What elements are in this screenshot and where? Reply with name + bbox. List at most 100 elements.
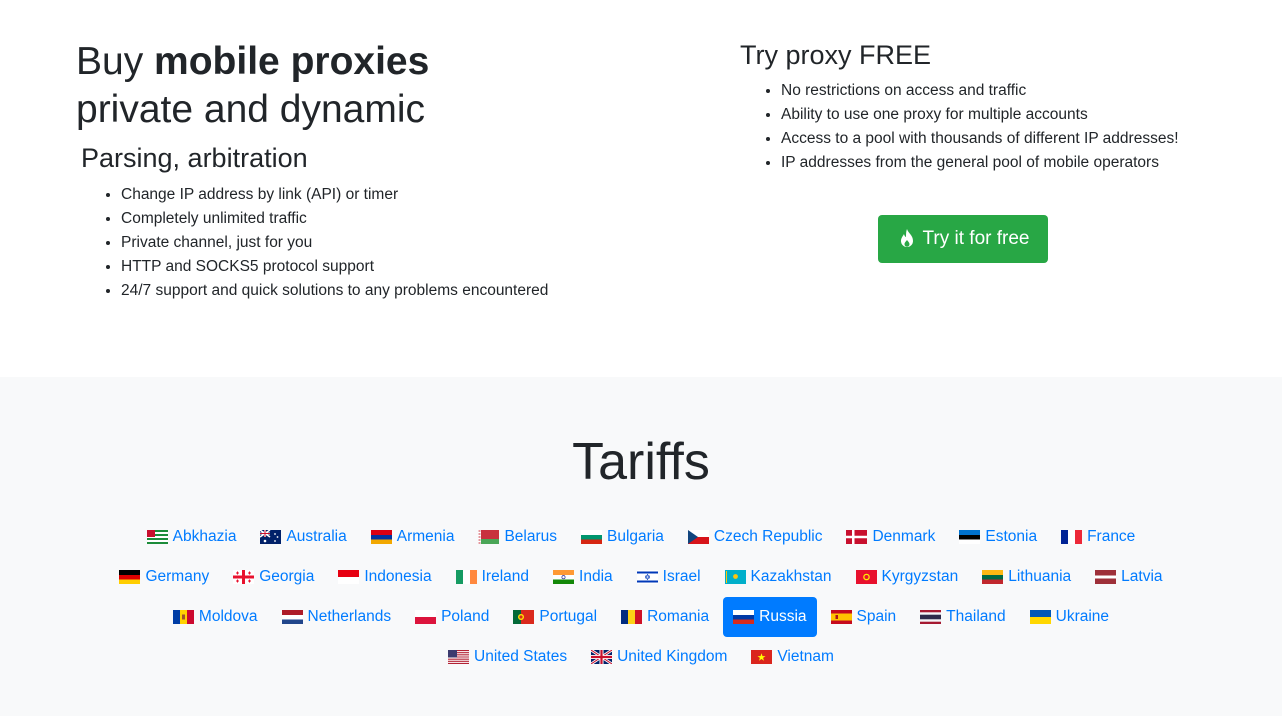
country-link-moldova[interactable]: Moldova: [163, 597, 268, 637]
try-free-button[interactable]: Try it for free: [878, 215, 1048, 263]
country-label: United Kingdom: [617, 648, 728, 665]
country-link-ireland[interactable]: Ireland: [446, 557, 539, 597]
country-label: Spain: [856, 608, 897, 625]
country-label: Portugal: [539, 608, 598, 625]
country-link-denmark[interactable]: Denmark: [836, 517, 945, 557]
netherlands-flag-icon: [281, 610, 303, 624]
country-link-indonesia[interactable]: Indonesia: [328, 557, 441, 597]
country-label: Denmark: [872, 528, 936, 545]
tariffs-title: Tariffs: [572, 433, 710, 491]
georgia-flag-icon: [233, 570, 255, 584]
country-label: France: [1087, 528, 1136, 545]
denmark-flag-icon: [846, 530, 868, 544]
tariffs-section: Tariffs Abkhazia Australia Armenia Belarus B…: [0, 377, 1282, 716]
country-label: Germany: [145, 568, 210, 585]
spain-flag-icon: [830, 610, 852, 624]
country-link-netherlands[interactable]: Netherlands: [272, 597, 402, 637]
country-label: Indonesia: [364, 568, 432, 585]
country-label: Abkhazia: [172, 528, 237, 545]
country-link-kazakhstan[interactable]: Kazakhstan: [715, 557, 842, 597]
thailand-flag-icon: [920, 610, 942, 624]
country-link-israel[interactable]: Israel: [627, 557, 711, 597]
hero-feature-item: 24/7 support and quick solutions to any …: [121, 279, 636, 303]
latvia-flag-icon: [1095, 570, 1117, 584]
country-link-spain[interactable]: Spain: [821, 597, 907, 637]
country-link-france[interactable]: France: [1051, 517, 1145, 557]
country-label: Poland: [441, 608, 490, 625]
country-label: Thailand: [946, 608, 1006, 625]
vietnam-flag-icon: [751, 650, 773, 664]
country-label: Moldova: [198, 608, 258, 625]
free-feature-item: Access to a pool with thousands of diffe…: [781, 127, 1200, 151]
country-link-belarus[interactable]: Belarus: [468, 517, 567, 557]
hero-title-bold: mobile proxies: [154, 40, 430, 83]
usa-flag-icon: [448, 650, 470, 664]
flame-icon: [900, 229, 913, 247]
country-link-australia[interactable]: Australia: [250, 517, 356, 557]
hero-title-prefix: Buy: [76, 40, 144, 83]
country-link-vietnam[interactable]: Vietnam: [741, 637, 844, 677]
country-list: Abkhazia Australia Armenia Belarus Bulgaria C…: [96, 517, 1186, 677]
germany-flag-icon: [119, 570, 141, 584]
hero-feature-item: HTTP and SOCKS5 protocol support: [121, 255, 636, 279]
country-link-abkhazia[interactable]: Abkhazia: [137, 517, 247, 557]
country-link-bulgaria[interactable]: Bulgaria: [571, 517, 674, 557]
poland-flag-icon: [415, 610, 437, 624]
country-label: Kazakhstan: [750, 568, 832, 585]
country-link-uk[interactable]: United Kingdom: [581, 637, 737, 677]
russia-flag-icon: [733, 610, 755, 624]
hero-section: Buy mobile proxies private and dynamic P…: [0, 0, 1282, 377]
hero-title: Buy mobile proxies private and dynamic: [76, 38, 636, 134]
country-label: India: [579, 568, 613, 585]
hero-title-line2: private and dynamic: [76, 88, 426, 131]
kazakhstan-flag-icon: [724, 570, 746, 584]
uk-flag-icon: [591, 650, 613, 664]
country-link-russia[interactable]: Russia: [723, 597, 817, 637]
country-label: Ireland: [481, 568, 530, 585]
abkhazia-flag-icon: [146, 530, 168, 544]
hero-feature-item: Change IP address by link (API) or timer: [121, 183, 636, 207]
country-label: Latvia: [1121, 568, 1163, 585]
hero-feature-item: Private channel, just for you: [121, 231, 636, 255]
country-link-usa[interactable]: United States: [438, 637, 577, 677]
country-label: Armenia: [396, 528, 455, 545]
country-link-armenia[interactable]: Armenia: [361, 517, 465, 557]
country-link-poland[interactable]: Poland: [405, 597, 499, 637]
free-trial-title: Try proxy FREE: [740, 40, 932, 70]
india-flag-icon: [553, 570, 575, 584]
hero-left-column: Buy mobile proxies private and dynamic P…: [76, 38, 636, 303]
country-label: Ukraine: [1055, 608, 1110, 625]
indonesia-flag-icon: [338, 570, 360, 584]
country-link-kyrgyzstan[interactable]: Kyrgyzstan: [846, 557, 969, 597]
country-link-germany[interactable]: Germany: [109, 557, 219, 597]
country-link-india[interactable]: India: [543, 557, 623, 597]
country-link-portugal[interactable]: Portugal: [503, 597, 607, 637]
bulgaria-flag-icon: [581, 530, 603, 544]
lithuania-flag-icon: [982, 570, 1004, 584]
country-link-thailand[interactable]: Thailand: [910, 597, 1015, 637]
country-label: Bulgaria: [607, 528, 664, 545]
country-link-romania[interactable]: Romania: [611, 597, 719, 637]
country-label: Netherlands: [307, 608, 392, 625]
country-link-georgia[interactable]: Georgia: [223, 557, 324, 597]
country-link-czech[interactable]: Czech Republic: [678, 517, 833, 557]
country-link-latvia[interactable]: Latvia: [1085, 557, 1172, 597]
free-feature-item: Ability to use one proxy for multiple ac…: [781, 103, 1200, 127]
armenia-flag-icon: [370, 530, 392, 544]
ukraine-flag-icon: [1029, 610, 1051, 624]
country-label: Romania: [647, 608, 710, 625]
country-link-ukraine[interactable]: Ukraine: [1020, 597, 1119, 637]
country-label: Israel: [662, 568, 701, 585]
country-label: Czech Republic: [713, 528, 823, 545]
romania-flag-icon: [621, 610, 643, 624]
country-label: Estonia: [985, 528, 1038, 545]
try-free-button-label: Try it for free: [922, 228, 1030, 249]
country-link-lithuania[interactable]: Lithuania: [972, 557, 1081, 597]
hero-subtitle: Parsing, arbitration: [81, 143, 308, 173]
moldova-flag-icon: [172, 610, 194, 624]
free-feature-item: No restrictions on access and traffic: [781, 79, 1200, 103]
country-label: Australia: [286, 528, 347, 545]
estonia-flag-icon: [959, 530, 981, 544]
country-link-estonia[interactable]: Estonia: [949, 517, 1047, 557]
australia-flag-icon: [260, 530, 282, 544]
